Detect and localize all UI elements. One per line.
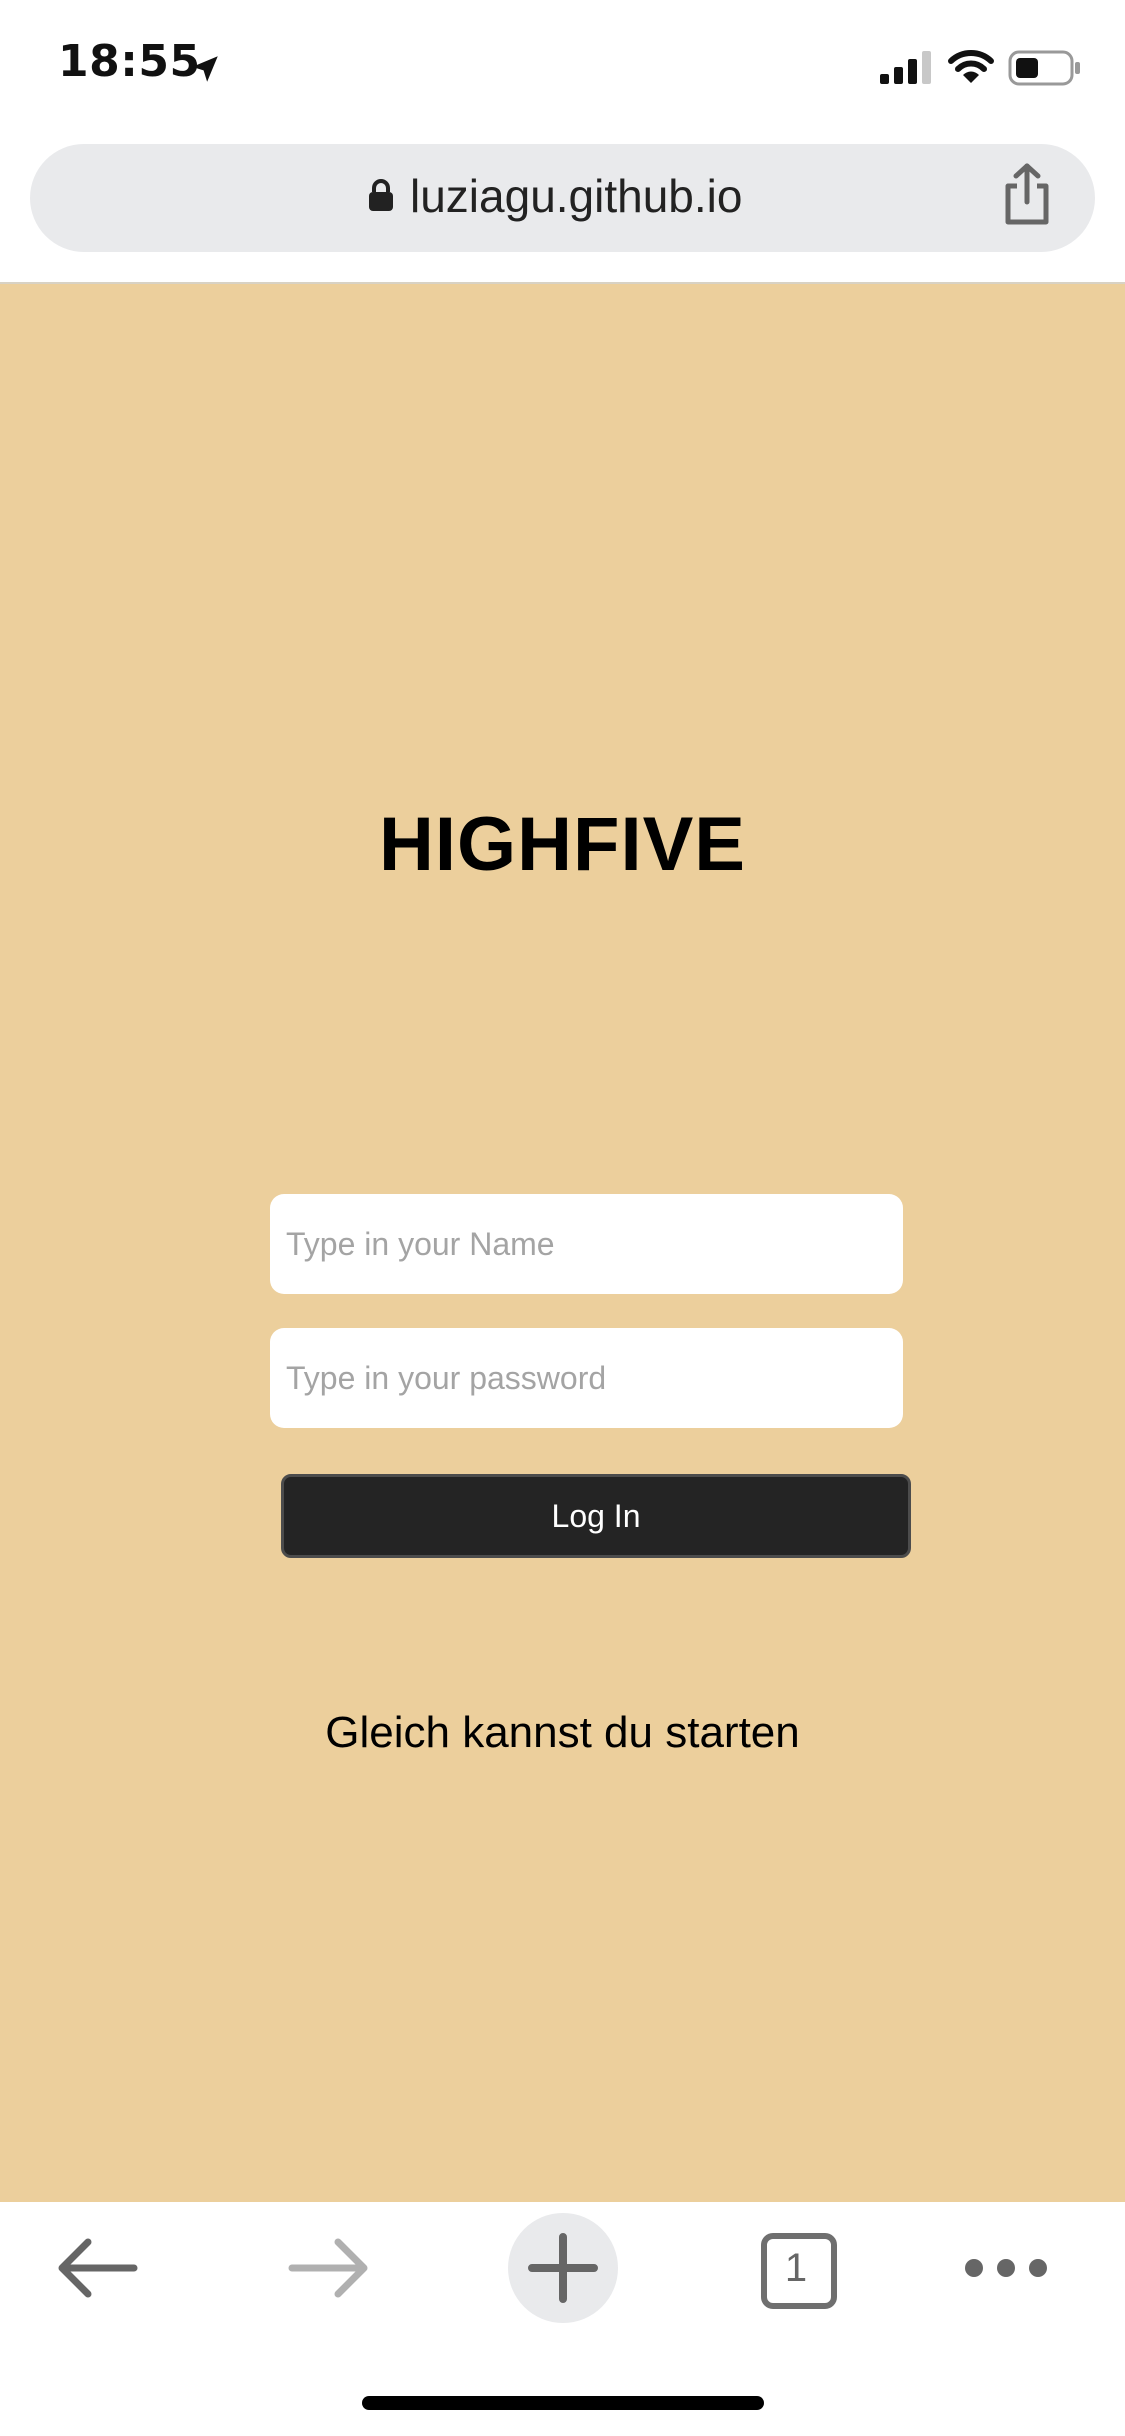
new-tab-button[interactable] bbox=[508, 2213, 618, 2323]
location-arrow-icon bbox=[192, 56, 218, 82]
status-bar: 18:55 bbox=[0, 0, 1125, 140]
lock-icon bbox=[369, 179, 393, 211]
plus-icon bbox=[528, 2233, 598, 2303]
tab-count: 1 bbox=[784, 2246, 808, 2290]
cellular-signal-icon bbox=[880, 51, 931, 84]
password-input[interactable] bbox=[270, 1328, 903, 1428]
wifi-icon bbox=[948, 50, 994, 83]
forward-arrow-icon[interactable] bbox=[284, 2228, 374, 2308]
share-icon[interactable] bbox=[1000, 162, 1054, 226]
more-dots-icon[interactable] bbox=[960, 2238, 1052, 2298]
battery-icon bbox=[1008, 50, 1080, 86]
name-input[interactable] bbox=[270, 1194, 903, 1294]
login-button[interactable]: Log In bbox=[281, 1474, 911, 1558]
info-text: Gleich kannst du starten bbox=[325, 1708, 800, 1757]
page-title: HIGHFIVE bbox=[379, 801, 746, 887]
web-content: HIGHFIVE Log In Gleich kannst du starten bbox=[0, 282, 1125, 2202]
status-time: 18:55 bbox=[58, 36, 201, 87]
home-indicator bbox=[362, 2396, 764, 2410]
back-arrow-icon[interactable] bbox=[52, 2228, 142, 2308]
tabs-button[interactable]: 1 bbox=[756, 2228, 837, 2309]
url-text[interactable]: luziagu.github.io bbox=[410, 166, 742, 226]
